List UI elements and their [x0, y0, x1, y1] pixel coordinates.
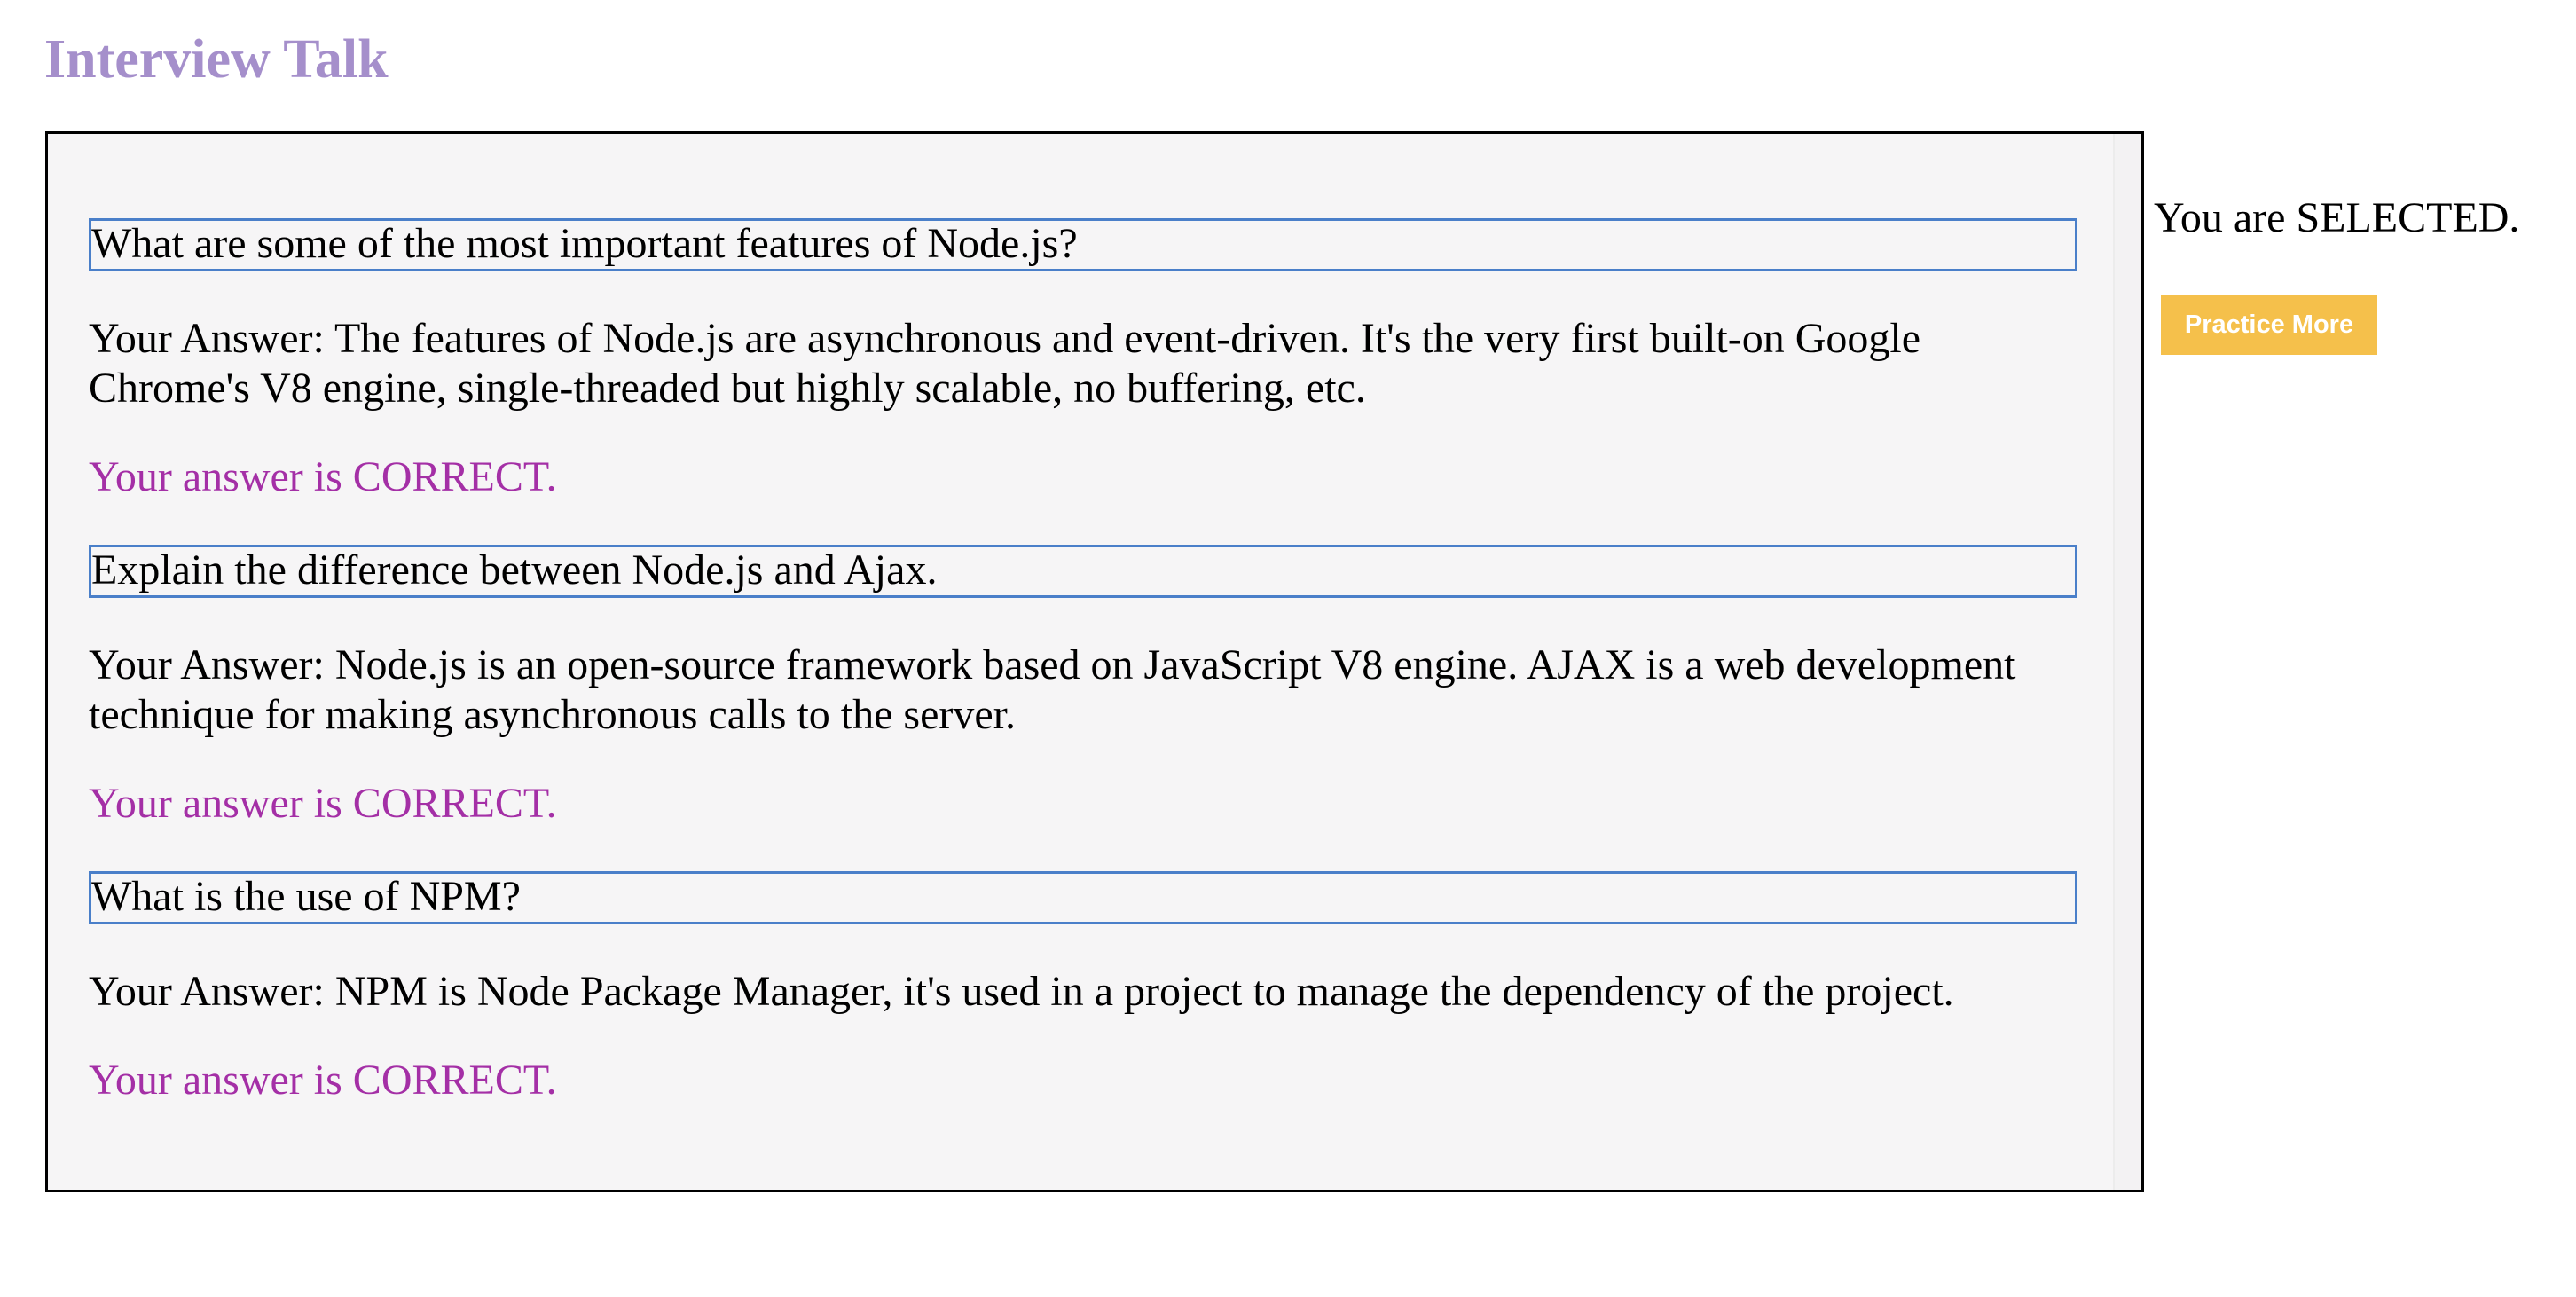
scrollbar-track[interactable] — [2113, 134, 2141, 1190]
answer-text: Your Answer: NPM is Node Package Manager… — [89, 968, 1954, 1015]
qa-item: Explain the difference between Node.js a… — [89, 545, 2120, 829]
question-box: Explain the difference between Node.js a… — [89, 545, 2077, 598]
question-box: What is the use of NPM? — [89, 871, 2077, 924]
qa-list: What are some of the most important feat… — [48, 134, 2120, 1190]
answer-text: Your Answer: Node.js is an open-source f… — [89, 641, 2016, 738]
answer-text: Your Answer: The features of Node.js are… — [89, 315, 1921, 412]
verdict-text: Your answer is CORRECT. — [89, 453, 557, 500]
qa-results-panel[interactable]: What are some of the most important feat… — [45, 131, 2144, 1192]
verdict-text: Your answer is CORRECT. — [89, 780, 557, 827]
qa-item: What is the use of NPM? Your Answer: NPM… — [89, 871, 2120, 1105]
verdict-text: Your answer is CORRECT. — [89, 1057, 557, 1104]
practice-more-button[interactable]: Practice More — [2161, 295, 2377, 355]
question-box: What are some of the most important feat… — [89, 218, 2077, 271]
qa-item: What are some of the most important feat… — [89, 218, 2120, 502]
app-title: Interview Talk — [44, 29, 389, 90]
selection-status: You are SELECTED. — [2154, 194, 2520, 241]
